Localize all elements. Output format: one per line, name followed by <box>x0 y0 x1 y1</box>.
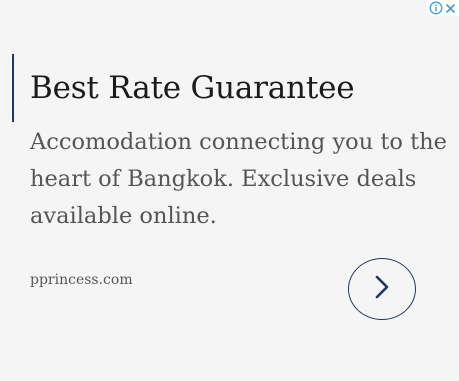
close-icon[interactable] <box>444 2 457 15</box>
ad-display-url[interactable]: pprincess.com <box>30 272 133 288</box>
ad-description[interactable]: Accomodation connecting you to the heart… <box>30 124 450 235</box>
ad-container[interactable]: Best Rate Guarantee Accomodation connect… <box>0 0 459 381</box>
headline-block[interactable]: Best Rate Guarantee <box>12 54 355 122</box>
cta-button[interactable] <box>348 258 416 320</box>
ad-headline[interactable]: Best Rate Guarantee <box>14 70 355 106</box>
adchoices-badge[interactable] <box>427 0 459 16</box>
chevron-right-icon <box>371 274 393 304</box>
info-icon[interactable] <box>429 1 443 15</box>
